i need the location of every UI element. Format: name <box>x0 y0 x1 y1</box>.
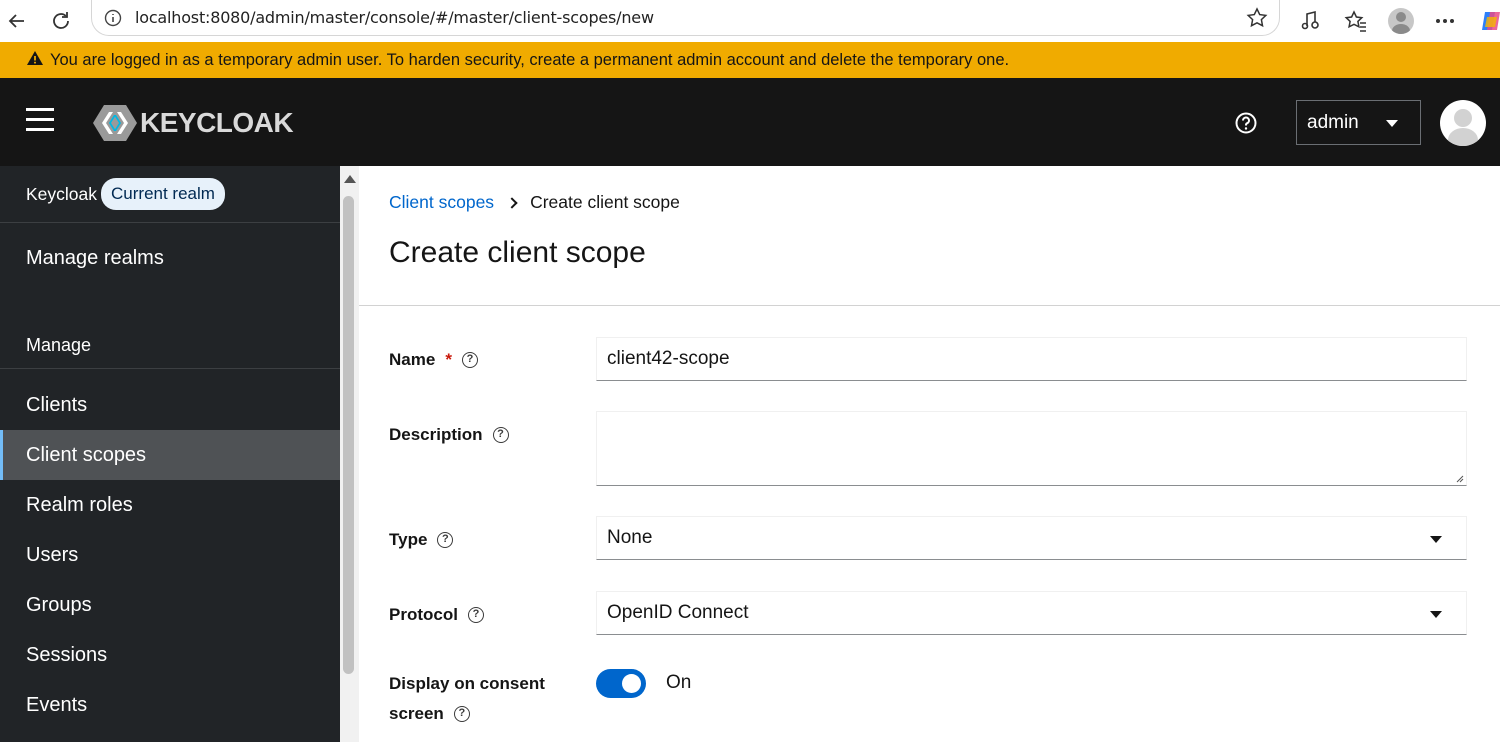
consent-label-line2: screen <box>389 704 444 723</box>
description-help-icon[interactable]: ? <box>492 427 509 443</box>
user-name: admin <box>1307 111 1359 133</box>
copilot-icon[interactable] <box>1476 6 1500 36</box>
keycloak-logo[interactable]: KEYCLOAK <box>92 103 294 143</box>
description-label: Description ? <box>389 425 509 445</box>
sidebar-scrollbar[interactable] <box>340 166 359 742</box>
scroll-up-arrow-icon[interactable] <box>344 175 356 183</box>
realm-selector[interactable]: Keycloak Current realm <box>0 166 340 223</box>
more-menu-icon[interactable] <box>1430 6 1460 36</box>
sidebar-item-manage-realms[interactable]: Manage realms <box>0 233 340 283</box>
chevron-down-icon <box>1430 611 1442 618</box>
realm-name: Keycloak <box>26 183 98 204</box>
type-help-icon[interactable]: ? <box>437 532 454 548</box>
user-dropdown[interactable]: admin <box>1296 100 1421 145</box>
type-label-text: Type <box>389 530 428 549</box>
logo-text: KEYCLOAK <box>140 107 294 138</box>
consent-toggle-switch[interactable] <box>596 669 646 698</box>
temporary-admin-warning-banner: You are logged in as a temporary admin u… <box>0 42 1500 78</box>
sidebar-item-client-scopes[interactable]: Client scopes <box>0 430 340 480</box>
browser-toolbar: localhost:8080/admin/master/console/#/ma… <box>0 0 1500 42</box>
protocol-label-text: Protocol <box>389 605 458 624</box>
name-label: Name * ? <box>389 350 478 370</box>
header-divider <box>359 305 1500 306</box>
type-label: Type ? <box>389 530 454 550</box>
chevron-down-icon <box>1386 120 1398 127</box>
protocol-select[interactable]: OpenID Connect <box>596 591 1467 635</box>
page-title: Create client scope <box>389 236 646 269</box>
protocol-help-icon[interactable]: ? <box>467 607 484 623</box>
avatar[interactable] <box>1440 100 1486 146</box>
breadcrumb-current: Create client scope <box>530 192 680 212</box>
current-realm-badge: Current realm <box>101 178 225 210</box>
consent-label: Display on consent screen ? <box>389 669 545 729</box>
toggle-knob <box>622 674 641 693</box>
profile-icon[interactable] <box>1386 6 1416 36</box>
url-text[interactable]: localhost:8080/admin/master/console/#/ma… <box>135 8 654 27</box>
banner-message: You are logged in as a temporary admin u… <box>50 50 1010 69</box>
scrollbar-thumb[interactable] <box>343 196 354 674</box>
sidebar-section-manage: Manage <box>0 323 340 369</box>
hamburger-menu-icon[interactable] <box>26 108 56 134</box>
name-label-text: Name <box>389 350 436 369</box>
back-icon[interactable] <box>2 6 32 36</box>
main-content: Client scopes Create client scope Create… <box>359 166 1500 742</box>
required-indicator: * <box>445 350 452 369</box>
keycloak-logo-icon <box>93 105 137 141</box>
protocol-label: Protocol ? <box>389 605 484 625</box>
breadcrumb: Client scopes Create client scope <box>389 192 680 213</box>
sidebar-item-clients[interactable]: Clients <box>0 380 340 430</box>
favorite-star-icon[interactable] <box>1245 6 1269 35</box>
breadcrumb-separator-icon <box>506 196 518 209</box>
sidebar-item-events[interactable]: Events <box>0 680 340 730</box>
sidebar: Keycloak Current realm Manage realms Man… <box>0 166 340 742</box>
consent-label-line1: Display on consent <box>389 674 545 693</box>
media-control-icon[interactable] <box>1296 6 1326 36</box>
name-input[interactable]: client42-scope <box>596 337 1467 381</box>
sidebar-item-users[interactable]: Users <box>0 530 340 580</box>
consent-toggle-label: On <box>666 672 692 693</box>
name-help-icon[interactable]: ? <box>461 352 478 368</box>
type-select-value: None <box>607 527 653 548</box>
resize-handle-icon[interactable] <box>1454 473 1464 483</box>
address-bar[interactable]: localhost:8080/admin/master/console/#/ma… <box>91 0 1280 36</box>
help-icon[interactable] <box>1234 111 1258 140</box>
description-label-text: Description <box>389 425 483 444</box>
warning-icon <box>26 50 44 71</box>
site-info-icon[interactable] <box>104 9 122 32</box>
type-select[interactable]: None <box>596 516 1467 560</box>
chevron-down-icon <box>1430 536 1442 543</box>
description-textarea[interactable] <box>596 411 1467 486</box>
breadcrumb-client-scopes-link[interactable]: Client scopes <box>389 192 494 213</box>
reload-icon[interactable] <box>46 6 76 36</box>
masthead: KEYCLOAK admin <box>0 78 1500 166</box>
sidebar-item-realm-roles[interactable]: Realm roles <box>0 480 340 530</box>
consent-help-icon[interactable]: ? <box>453 706 470 722</box>
sidebar-item-sessions[interactable]: Sessions <box>0 630 340 680</box>
name-input-value: client42-scope <box>607 348 730 369</box>
favorites-icon[interactable] <box>1341 6 1371 36</box>
protocol-select-value: OpenID Connect <box>607 602 749 623</box>
sidebar-item-groups[interactable]: Groups <box>0 580 340 630</box>
